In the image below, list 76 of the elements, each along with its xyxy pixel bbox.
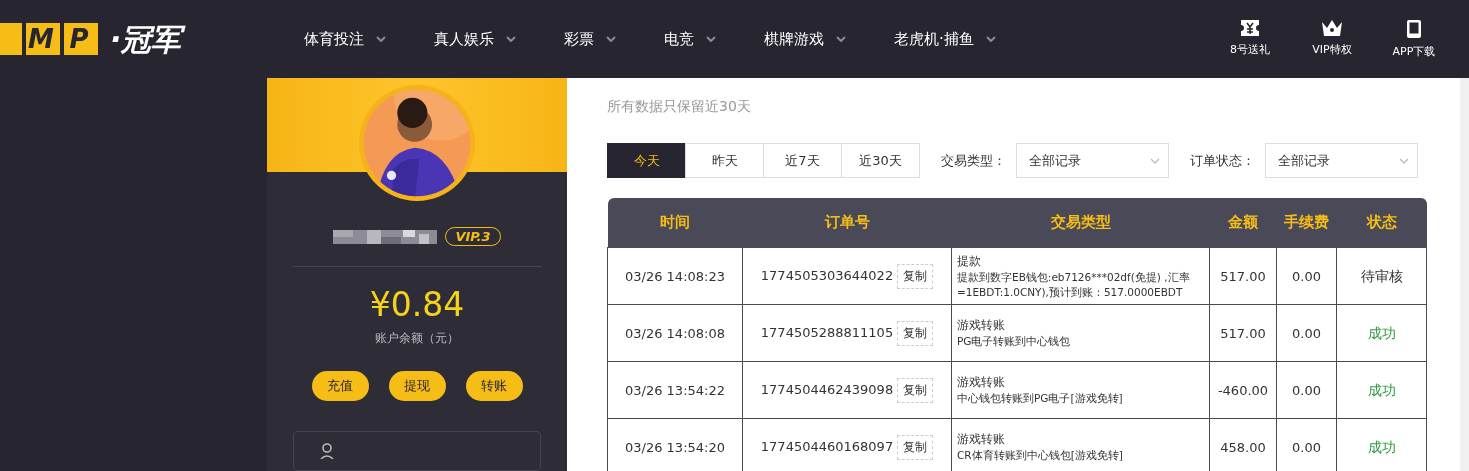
chevron-down-icon <box>606 36 616 42</box>
order-number: 1774505288811105 <box>760 324 894 340</box>
filter-dropdown[interactable]: 全部记录 <box>1016 143 1169 178</box>
status-text: 成功 <box>1367 438 1396 455</box>
chevron-down-icon <box>836 36 846 42</box>
transaction-type: 游戏转账 <box>957 431 1006 449</box>
copy-button[interactable]: 复制 <box>897 377 934 403</box>
nav-menu-item[interactable]: 老虎机·捕鱼 <box>894 29 996 49</box>
status-text: 成功 <box>1367 381 1396 398</box>
order-number: 1774504462439098 <box>760 381 894 397</box>
period-tab[interactable]: 近30天 <box>841 143 920 178</box>
wallet-action-button[interactable]: 充值 <box>311 371 369 402</box>
column-header: 订单号 <box>742 198 952 248</box>
shortcut-link[interactable]: VIP特权 <box>1307 19 1357 59</box>
table-cell: -460.00 <box>1209 361 1277 419</box>
nav-menu-item[interactable]: 彩票 <box>564 29 616 49</box>
copy-button[interactable]: 复制 <box>897 434 934 460</box>
chevron-down-icon <box>1399 157 1409 164</box>
logo-letter[interactable]: P <box>64 23 98 55</box>
nav-menu-item[interactable]: 真人娱乐 <box>434 29 516 49</box>
copy-button[interactable]: 复制 <box>897 263 934 289</box>
nav-menu-item[interactable]: 体育投注 <box>304 29 386 49</box>
ticket-icon <box>1240 19 1260 37</box>
side-menu-item[interactable] <box>293 431 541 471</box>
chevron-down-icon <box>985 36 996 42</box>
status-text: 成功 <box>1367 324 1396 341</box>
period-tab[interactable]: 今天 <box>607 143 686 178</box>
column-header: 交易类型 <box>951 198 1210 248</box>
table-cell: 0.00 <box>1276 247 1337 305</box>
retention-note: 所有数据只保留近30天 <box>607 98 752 116</box>
filter-dropdown[interactable]: 全部记录 <box>1265 143 1418 178</box>
transaction-type: 游戏转账 <box>957 317 1006 335</box>
transaction-type: 提款 <box>957 252 982 270</box>
order-number: 1774505303644022 <box>760 267 894 283</box>
period-tab[interactable]: 近7天 <box>763 143 842 178</box>
chevron-down-icon <box>706 36 716 42</box>
transaction-type: 游戏转账 <box>957 374 1006 392</box>
wallet-action-button[interactable]: 转账 <box>465 371 523 402</box>
shortcut-link[interactable]: APP下载 <box>1389 19 1439 59</box>
scrollbar-track[interactable] <box>1460 78 1469 471</box>
table-cell: 03/26 13:54:22 <box>607 361 743 419</box>
column-header: 手续费 <box>1276 198 1337 248</box>
nav-menu-item[interactable]: 电竞 <box>664 29 716 49</box>
transaction-detail: 中心钱包转账到PG电子[游戏免转] <box>957 391 1124 406</box>
table-cell: 517.00 <box>1209 247 1277 305</box>
shortcut-link[interactable]: 8号送礼 <box>1225 19 1275 59</box>
table-cell: 0.00 <box>1276 304 1337 362</box>
copy-button[interactable]: 复制 <box>897 320 934 346</box>
chevron-down-icon <box>1150 157 1160 164</box>
order-number: 1774504460168097 <box>760 438 894 454</box>
table-cell: 03/26 14:08:08 <box>607 304 743 362</box>
tablet-icon <box>1406 19 1422 39</box>
table-cell: 517.00 <box>1209 304 1277 362</box>
person-icon <box>320 443 334 460</box>
crown-icon <box>1321 19 1343 37</box>
balance-label: 账户余额（元） <box>375 330 459 348</box>
balance-amount: ¥0.84 <box>369 285 465 325</box>
transaction-detail: 提款到数字EB钱包:eb7126***02df(免提) ,汇率=1EBDT:1.0CNY),预计到账：517.0000EBDT <box>957 269 1191 300</box>
column-header: 时间 <box>607 198 743 248</box>
logo-text[interactable]: ·冠军 <box>108 15 190 63</box>
table-cell: 03/26 13:54:20 <box>607 418 743 471</box>
filter-label: 订单状态： <box>1190 151 1255 170</box>
period-tab[interactable]: 昨天 <box>685 143 764 178</box>
logo-letter[interactable]: M <box>26 23 60 55</box>
chevron-down-icon <box>376 36 386 42</box>
filter-label: 交易类型： <box>941 151 1006 170</box>
column-header: 金额 <box>1209 198 1277 248</box>
status-text: 待审核 <box>1360 267 1403 284</box>
wallet-action-button[interactable]: 提现 <box>388 371 446 402</box>
column-header: 状态 <box>1336 198 1427 248</box>
chevron-down-icon <box>506 36 516 42</box>
table-cell: 03/26 14:08:23 <box>607 247 743 305</box>
transaction-detail: PG电子转账到中心钱包 <box>957 334 1072 349</box>
table-cell: 0.00 <box>1276 361 1337 419</box>
nav-menu-item[interactable]: 棋牌游戏 <box>764 29 846 49</box>
transaction-detail: CR体育转账到中心钱包[游戏免转] <box>957 448 1124 463</box>
